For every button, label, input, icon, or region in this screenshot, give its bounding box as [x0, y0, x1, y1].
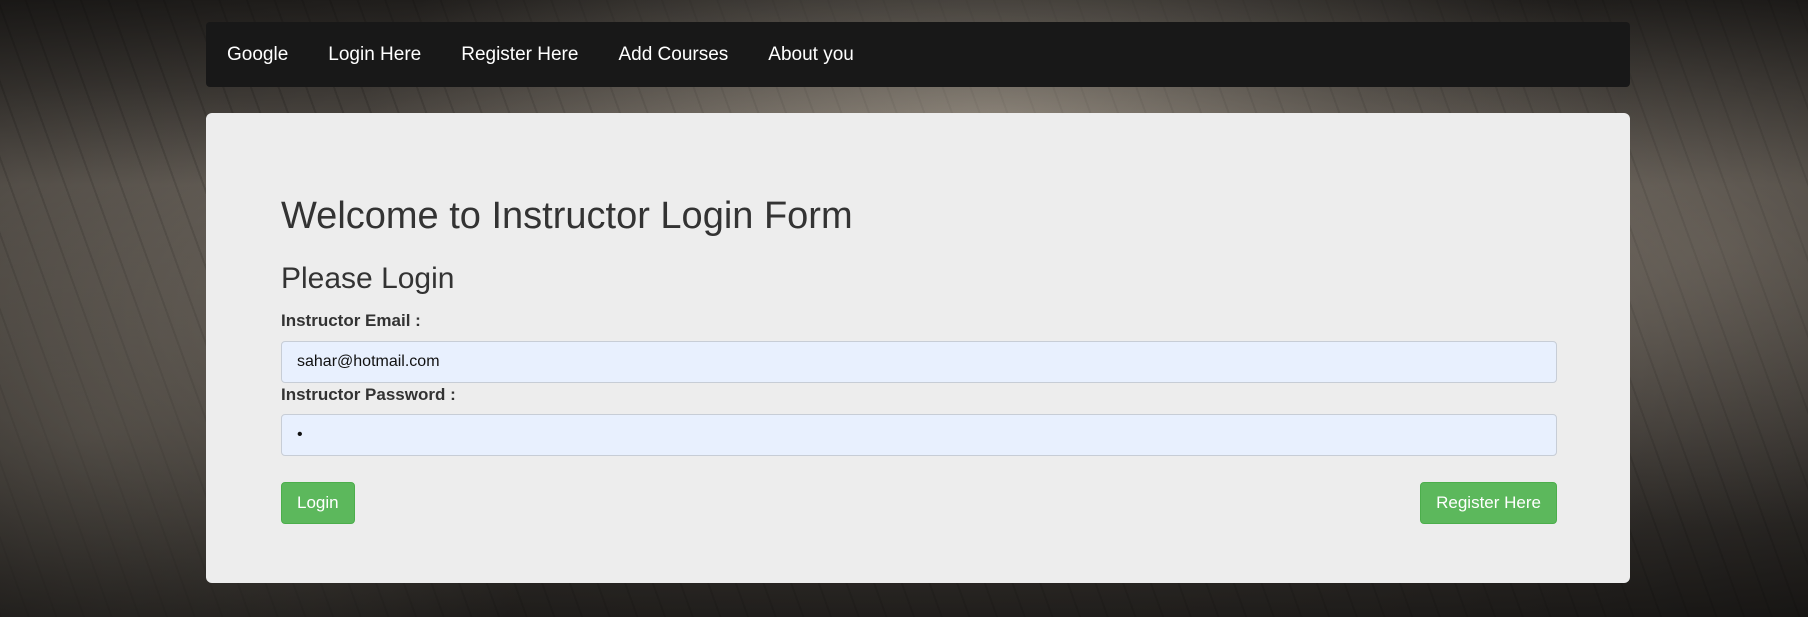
password-label: Instructor Password :: [281, 385, 456, 404]
register-button[interactable]: Register Here: [1420, 482, 1557, 524]
login-panel: Welcome to Instructor Login Form Please …: [206, 113, 1630, 583]
email-input[interactable]: [281, 341, 1557, 383]
top-navbar: Google Login Here Register Here Add Cour…: [206, 22, 1630, 87]
nav-google-link[interactable]: Google: [227, 44, 288, 66]
nav-about-you-link[interactable]: About you: [768, 44, 854, 66]
nav-add-courses-link[interactable]: Add Courses: [618, 44, 728, 66]
login-button[interactable]: Login: [281, 482, 355, 524]
nav-register-link[interactable]: Register Here: [461, 44, 578, 66]
nav-login-link[interactable]: Login Here: [328, 44, 421, 66]
password-input[interactable]: [281, 414, 1557, 456]
please-login-heading: Please Login: [281, 262, 455, 295]
page-title: Welcome to Instructor Login Form: [281, 195, 853, 237]
email-label: Instructor Email :: [281, 311, 421, 330]
